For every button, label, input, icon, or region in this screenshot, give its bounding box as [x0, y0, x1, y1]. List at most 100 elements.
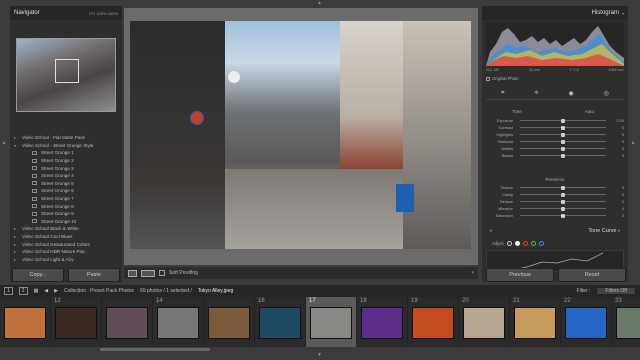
- tone-curve-header[interactable]: ▸ Tone Curve ▾: [486, 228, 624, 234]
- slider-knob[interactable]: [561, 192, 565, 197]
- slider-blacks[interactable]: Blacks 0: [486, 152, 624, 159]
- main-photo[interactable]: [130, 21, 471, 249]
- preset-group[interactable]: ▸ Video School HDR Nature Pop: [10, 248, 122, 256]
- collapse-icon[interactable]: ▾: [622, 11, 624, 16]
- slider-value[interactable]: 0: [610, 126, 624, 130]
- filmstrip-thumb[interactable]: 18: [357, 297, 408, 347]
- soft-proofing-checkbox[interactable]: [159, 270, 165, 276]
- page-2-button[interactable]: 2: [18, 287, 28, 295]
- reset-button[interactable]: Reset: [558, 268, 626, 282]
- slider-value[interactable]: 0.00: [610, 119, 624, 123]
- preset-group[interactable]: ▾ Video School - Street Grunge Style: [10, 142, 122, 150]
- preset-item[interactable]: Street Grunge 7: [10, 195, 122, 203]
- original-photo-checkbox[interactable]: [486, 76, 490, 81]
- bottom-panel-toggle-icon[interactable]: ▼: [317, 352, 322, 358]
- preset-item[interactable]: Street Grunge 8: [10, 202, 122, 210]
- slider-knob[interactable]: [561, 132, 565, 137]
- filmstrip-thumb[interactable]: 23: [612, 297, 640, 347]
- slider-knob[interactable]: [561, 185, 565, 190]
- green-channel-icon[interactable]: [530, 241, 536, 246]
- slider-value[interactable]: 0: [610, 147, 624, 151]
- left-panel-toggle-icon[interactable]: ◀: [2, 140, 5, 145]
- slider-value[interactable]: 0: [610, 214, 624, 218]
- preset-item[interactable]: Street Grunge 9: [10, 210, 122, 218]
- filmstrip-thumb[interactable]: 20: [459, 297, 510, 347]
- preset-item[interactable]: Street Grunge 6: [10, 187, 122, 195]
- filmstrip-thumb[interactable]: 19: [408, 297, 459, 347]
- disclosure-icon[interactable]: ▾: [14, 143, 22, 148]
- slider-shadows[interactable]: Shadows 0: [486, 138, 624, 145]
- slider-knob[interactable]: [561, 213, 565, 218]
- tone-curve-collapse-icon[interactable]: ▾: [618, 228, 620, 233]
- disclosure-icon[interactable]: ▸: [14, 257, 22, 262]
- preset-group[interactable]: ▸ Video School - Flat Matte Pack: [10, 134, 122, 142]
- slider-track[interactable]: [520, 118, 606, 123]
- filmstrip-thumb[interactable]: [0, 297, 51, 347]
- slider-track[interactable]: [520, 199, 606, 204]
- slider-knob[interactable]: [561, 153, 565, 158]
- slider-value[interactable]: 0: [610, 140, 624, 144]
- point-curve-icon[interactable]: [514, 241, 520, 246]
- preset-item[interactable]: Street Grunge 5: [10, 180, 122, 188]
- slider-track[interactable]: [520, 153, 606, 158]
- spot-removal-icon[interactable]: ⟡: [534, 90, 538, 97]
- toolbar-menu-icon[interactable]: ▾: [471, 270, 474, 276]
- before-after-icon[interactable]: [141, 269, 155, 277]
- filmstrip-thumb[interactable]: 14: [153, 297, 204, 347]
- thumb-image[interactable]: [310, 307, 352, 339]
- slider-contrast[interactable]: Contrast 0: [486, 124, 624, 131]
- slider-track[interactable]: [520, 206, 606, 211]
- slider-whites[interactable]: Whites 0: [486, 145, 624, 152]
- thumb-image[interactable]: [4, 307, 46, 339]
- filter-dropdown[interactable]: Filters Off: [596, 287, 636, 295]
- slider-track[interactable]: [520, 139, 606, 144]
- histogram-header[interactable]: Histogram ▾: [482, 6, 628, 20]
- preset-group[interactable]: ▸ Video School Light & Airy: [10, 256, 122, 264]
- slider-saturation[interactable]: Saturation 0: [486, 212, 624, 219]
- slider-texture[interactable]: Texture 0: [486, 184, 624, 191]
- auto-button[interactable]: Auto: [585, 109, 594, 114]
- slider-value[interactable]: 0: [610, 193, 624, 197]
- slider-track[interactable]: [520, 192, 606, 197]
- thumb-image[interactable]: [361, 307, 403, 339]
- thumb-image[interactable]: [565, 307, 607, 339]
- slider-value[interactable]: 0: [610, 207, 624, 211]
- thumb-image[interactable]: [514, 307, 556, 339]
- preset-group[interactable]: ▸ Video School Cool Blues: [10, 233, 122, 241]
- navigator-header[interactable]: Navigator FIT 100% 200%: [10, 6, 122, 20]
- original-photo-toggle[interactable]: Original Photo: [486, 76, 519, 81]
- preset-item[interactable]: Street Grunge 2: [10, 157, 122, 165]
- source-label[interactable]: Collection : Preset Pack Photos: [64, 288, 134, 294]
- thumb-image[interactable]: [157, 307, 199, 339]
- slider-clarity[interactable]: Clarity 0: [486, 191, 624, 198]
- previous-button[interactable]: Previous: [486, 268, 554, 282]
- filmstrip-thumb[interactable]: 21: [510, 297, 561, 347]
- copy-button[interactable]: Copy...: [12, 268, 64, 282]
- filmstrip-thumb[interactable]: [102, 297, 153, 347]
- slider-value[interactable]: 0: [610, 154, 624, 158]
- slider-knob[interactable]: [561, 146, 565, 151]
- slider-track[interactable]: [520, 125, 606, 130]
- preset-item[interactable]: Street Grunge 1: [10, 149, 122, 157]
- filmstrip-thumb[interactable]: 22: [561, 297, 612, 347]
- blue-channel-icon[interactable]: [538, 241, 544, 246]
- zoom-levels[interactable]: FIT 100% 200%: [89, 11, 118, 16]
- disclosure-icon[interactable]: ▸: [14, 249, 22, 254]
- parametric-curve-icon[interactable]: [506, 241, 512, 246]
- slider-track[interactable]: [520, 146, 606, 151]
- slider-track[interactable]: [520, 132, 606, 137]
- thumb-image[interactable]: [208, 307, 250, 339]
- right-panel-toggle-icon[interactable]: ▶: [632, 140, 635, 145]
- grid-view-icon[interactable]: ▦: [34, 288, 39, 294]
- back-icon[interactable]: ◀: [44, 288, 48, 294]
- disclosure-icon[interactable]: ▸: [14, 242, 22, 247]
- thumb-image[interactable]: [259, 307, 301, 339]
- slider-value[interactable]: 0: [610, 133, 624, 137]
- filmstrip-thumb[interactable]: 16: [255, 297, 306, 347]
- slider-knob[interactable]: [561, 125, 565, 130]
- preset-group[interactable]: ▸ Video School Black & White: [10, 225, 122, 233]
- forward-icon[interactable]: ▶: [54, 288, 58, 294]
- slider-knob[interactable]: [561, 118, 565, 123]
- preset-item[interactable]: Street Grunge 3: [10, 164, 122, 172]
- thumb-image[interactable]: [106, 307, 148, 339]
